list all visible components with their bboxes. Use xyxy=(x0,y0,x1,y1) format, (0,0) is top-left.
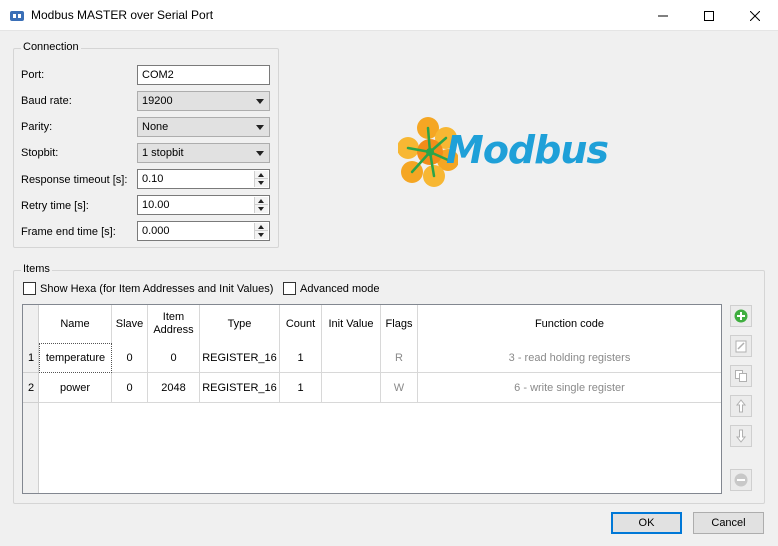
move-up-button[interactable] xyxy=(730,395,752,417)
table-cell-count[interactable]: 1 xyxy=(280,373,322,403)
column-header-init-value[interactable]: Init Value xyxy=(322,305,381,343)
table-cell-type[interactable]: REGISTER_16 xyxy=(200,343,280,373)
table-cell-flags[interactable]: W xyxy=(381,373,418,403)
window-title: Modbus MASTER over Serial Port xyxy=(31,8,214,22)
spin-down-icon[interactable] xyxy=(255,231,268,239)
stopbit-label: Stopbit: xyxy=(21,147,59,159)
response-timeout-value: 0.10 xyxy=(142,173,164,185)
close-button[interactable] xyxy=(732,0,778,31)
chevron-down-icon xyxy=(256,151,264,156)
response-timeout-label: Response timeout [s]: xyxy=(21,174,128,186)
copy-icon xyxy=(735,370,747,382)
retry-time-label: Retry time [s]: xyxy=(21,200,89,212)
column-header-slave[interactable]: Slave xyxy=(112,305,148,343)
close-icon xyxy=(750,10,760,21)
parity-value: None xyxy=(142,121,169,133)
table-cell-name[interactable]: power xyxy=(39,373,112,403)
retry-time-input[interactable]: 10.00 xyxy=(137,195,270,215)
table-cell-init-value[interactable] xyxy=(322,343,381,373)
title-bar: Modbus MASTER over Serial Port xyxy=(0,0,778,31)
column-header-type[interactable]: Type xyxy=(200,305,280,343)
edit-icon xyxy=(735,340,747,353)
spinner[interactable] xyxy=(254,171,268,187)
baud-rate-value: 19200 xyxy=(142,95,173,107)
row-number[interactable]: 1 xyxy=(23,343,39,373)
spin-up-icon[interactable] xyxy=(255,223,268,231)
table-cell-address[interactable]: 2048 xyxy=(148,373,200,403)
response-timeout-input[interactable]: 0.10 xyxy=(137,169,270,189)
minimize-button[interactable] xyxy=(640,0,686,31)
cancel-button[interactable]: Cancel xyxy=(693,512,764,534)
column-header-name[interactable]: Name xyxy=(39,305,112,343)
maximize-button[interactable] xyxy=(686,0,732,31)
spin-down-icon[interactable] xyxy=(255,179,268,187)
minimize-icon xyxy=(658,15,668,16)
table-cell-init-value[interactable] xyxy=(322,373,381,403)
table-cell-name[interactable]: temperature xyxy=(39,343,112,373)
move-up-icon xyxy=(735,399,747,413)
parity-label: Parity: xyxy=(21,121,53,133)
baud-rate-label: Baud rate: xyxy=(21,95,72,107)
remove-icon xyxy=(734,473,748,487)
table-cell-function-code[interactable]: 3 - read holding registers xyxy=(418,343,721,373)
modbus-logo-text: Modbus xyxy=(446,128,609,172)
table-cell-type[interactable]: REGISTER_16 xyxy=(200,373,280,403)
copy-item-button[interactable] xyxy=(730,365,752,387)
connection-group-title: Connection xyxy=(21,41,81,53)
move-down-button[interactable] xyxy=(730,425,752,447)
port-input[interactable]: COM2 xyxy=(137,65,270,85)
add-item-button[interactable] xyxy=(730,305,752,327)
stopbit-select[interactable]: 1 stopbit xyxy=(137,143,270,163)
spinner[interactable] xyxy=(254,223,268,239)
table-cell-slave[interactable]: 0 xyxy=(112,343,148,373)
add-icon xyxy=(734,309,748,323)
advanced-mode-label: Advanced mode xyxy=(300,282,380,295)
frame-end-time-label: Frame end time [s]: xyxy=(21,226,116,238)
maximize-icon xyxy=(704,10,714,21)
table-cell-slave[interactable]: 0 xyxy=(112,373,148,403)
items-group-title: Items xyxy=(21,263,52,275)
column-header-count[interactable]: Count xyxy=(280,305,322,343)
chevron-down-icon xyxy=(256,125,264,130)
remove-item-button[interactable] xyxy=(730,469,752,491)
app-icon xyxy=(9,8,25,24)
modbus-logo: Modbus xyxy=(398,114,658,194)
items-table[interactable]: Name Slave Item Address Type Count Init … xyxy=(22,304,722,494)
column-header-flags[interactable]: Flags xyxy=(381,305,418,343)
checkbox-box[interactable] xyxy=(23,282,36,295)
table-cell-address[interactable]: 0 xyxy=(148,343,200,373)
retry-time-value: 10.00 xyxy=(142,199,170,211)
table-cell-function-code[interactable]: 6 - write single register xyxy=(418,373,721,403)
spin-up-icon[interactable] xyxy=(255,197,268,205)
chevron-down-icon xyxy=(256,99,264,104)
row-number[interactable]: 2 xyxy=(23,373,39,403)
parity-select[interactable]: None xyxy=(137,117,270,137)
checkbox-box[interactable] xyxy=(283,282,296,295)
port-label: Port: xyxy=(21,69,45,81)
spinner[interactable] xyxy=(254,197,268,213)
table-cell-flags[interactable]: R xyxy=(381,343,418,373)
move-down-icon xyxy=(735,429,747,443)
show-hexa-checkbox[interactable]: Show Hexa (for Item Addresses and Init V… xyxy=(23,282,273,295)
ok-button[interactable]: OK xyxy=(611,512,682,534)
spin-down-icon[interactable] xyxy=(255,205,268,213)
show-hexa-label: Show Hexa (for Item Addresses and Init V… xyxy=(40,282,274,295)
column-header-item-address[interactable]: Item Address xyxy=(148,305,200,343)
baud-rate-select[interactable]: 19200 xyxy=(137,91,270,111)
stopbit-value: 1 stopbit xyxy=(142,147,184,159)
frame-end-time-value: 0.000 xyxy=(142,225,170,237)
frame-end-time-input[interactable]: 0.000 xyxy=(137,221,270,241)
spin-up-icon[interactable] xyxy=(255,171,268,179)
table-cell-count[interactable]: 1 xyxy=(280,343,322,373)
advanced-mode-checkbox[interactable]: Advanced mode xyxy=(283,282,380,295)
column-header-function-code[interactable]: Function code xyxy=(418,305,721,343)
edit-item-button[interactable] xyxy=(730,335,752,357)
